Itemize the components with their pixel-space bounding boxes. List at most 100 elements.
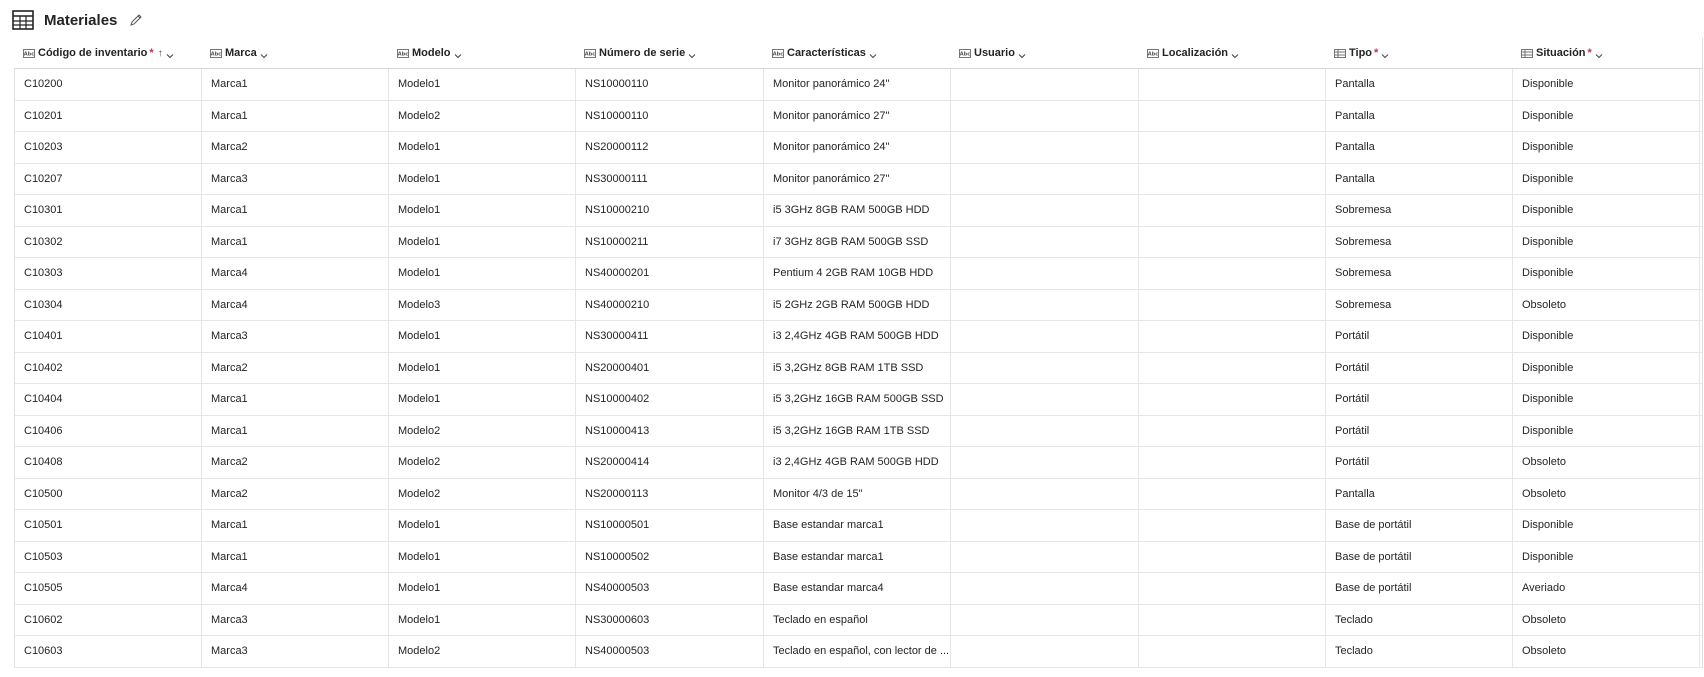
table-cell[interactable]: NS20000113: [576, 478, 764, 509]
table-cell[interactable]: C10301: [15, 195, 202, 226]
table-cell[interactable]: Disponible: [1513, 384, 1700, 415]
table-cell[interactable]: C10404: [15, 384, 202, 415]
table-cell[interactable]: Marca1: [202, 195, 389, 226]
table-cell[interactable]: Pantalla: [1326, 132, 1513, 163]
table-cell[interactable]: [1139, 573, 1326, 604]
table-row[interactable]: C10207 Marca3 Modelo1 NS30000111 Monitor pan…: [15, 163, 1702, 195]
table-cell[interactable]: [1139, 100, 1326, 131]
table-cell[interactable]: Teclado: [1326, 604, 1513, 635]
chevron-down-icon[interactable]: [260, 50, 268, 59]
table-cell[interactable]: NS20000112: [576, 132, 764, 163]
table-cell[interactable]: C10302: [15, 226, 202, 257]
pencil-icon[interactable]: [129, 13, 143, 27]
table-row[interactable]: C10406 Marca1 Modelo2 NS10000413 i5 3,2GHz 1…: [15, 415, 1702, 447]
table-row[interactable]: C10203 Marca2 Modelo1 NS20000112 Monitor pan…: [15, 132, 1702, 164]
table-cell[interactable]: Modelo2: [389, 478, 576, 509]
table-cell[interactable]: Marca3: [202, 636, 389, 667]
table-cell[interactable]: C10501: [15, 510, 202, 541]
table-cell[interactable]: C10200: [15, 69, 202, 100]
table-row[interactable]: C10503 Marca1 Modelo1 NS10000502 Base estand…: [15, 541, 1702, 573]
table-cell[interactable]: Sobremesa: [1326, 289, 1513, 320]
table-cell[interactable]: Marca4: [202, 573, 389, 604]
table-cell[interactable]: C10401: [15, 321, 202, 352]
table-row[interactable]: C10501 Marca1 Modelo1 NS10000501 Base estand…: [15, 510, 1702, 542]
table-cell[interactable]: C10505: [15, 573, 202, 604]
table-cell[interactable]: Teclado: [1326, 636, 1513, 667]
table-cell[interactable]: Disponible: [1513, 100, 1700, 131]
table-cell[interactable]: [951, 636, 1139, 667]
table-cell[interactable]: [951, 321, 1139, 352]
table-cell[interactable]: [951, 352, 1139, 383]
table-cell[interactable]: Disponible: [1513, 195, 1700, 226]
table-row[interactable]: C10500 Marca2 Modelo2 NS20000113 Monitor 4/3…: [15, 478, 1702, 510]
table-cell[interactable]: Marca4: [202, 258, 389, 289]
table-row[interactable]: C10603 Marca3 Modelo2 NS40000503 Teclado en …: [15, 636, 1702, 668]
table-cell[interactable]: Marca2: [202, 447, 389, 478]
table-cell[interactable]: C10402: [15, 352, 202, 383]
table-cell[interactable]: Averiado: [1513, 573, 1700, 604]
chevron-down-icon[interactable]: [166, 50, 174, 59]
table-cell[interactable]: [951, 384, 1139, 415]
table-cell[interactable]: Portátil: [1326, 384, 1513, 415]
table-cell[interactable]: Modelo1: [389, 541, 576, 572]
table-cell[interactable]: Monitor panorámico 27": [764, 100, 951, 131]
table-row[interactable]: C10602 Marca3 Modelo1 NS30000603 Teclado en …: [15, 604, 1702, 636]
table-cell[interactable]: Disponible: [1513, 510, 1700, 541]
table-cell[interactable]: Base estandar marca1: [764, 541, 951, 572]
table-cell[interactable]: C10201: [15, 100, 202, 131]
column-header-6[interactable]: Abc Localización: [1138, 47, 1325, 59]
table-cell[interactable]: NS30000111: [576, 163, 764, 194]
table-cell[interactable]: Modelo2: [389, 447, 576, 478]
table-cell[interactable]: Teclado en español: [764, 604, 951, 635]
table-cell[interactable]: Obsoleto: [1513, 604, 1700, 635]
table-cell[interactable]: [1139, 510, 1326, 541]
table-cell[interactable]: Modelo2: [389, 100, 576, 131]
table-cell[interactable]: i3 2,4GHz 4GB RAM 500GB HDD: [764, 447, 951, 478]
table-cell[interactable]: Sobremesa: [1326, 258, 1513, 289]
column-header-1[interactable]: Abc Marca: [201, 47, 388, 59]
table-row[interactable]: C10302 Marca1 Modelo1 NS10000211 i7 3GHz 8GB…: [15, 226, 1702, 258]
column-header-4[interactable]: Abc Características: [763, 47, 950, 59]
table-cell[interactable]: Base de portátil: [1326, 573, 1513, 604]
table-cell[interactable]: Modelo1: [389, 384, 576, 415]
table-cell[interactable]: [951, 541, 1139, 572]
table-row[interactable]: C10304 Marca4 Modelo3 NS40000210 i5 2GHz 2GB…: [15, 289, 1702, 321]
table-cell[interactable]: i3 2,4GHz 4GB RAM 500GB HDD: [764, 321, 951, 352]
table-cell[interactable]: C10203: [15, 132, 202, 163]
table-cell[interactable]: [951, 510, 1139, 541]
table-cell[interactable]: [1139, 258, 1326, 289]
chevron-down-icon[interactable]: [869, 50, 877, 59]
table-cell[interactable]: Base estandar marca4: [764, 573, 951, 604]
column-header-0[interactable]: Abc Código de inventario * ↑: [14, 47, 201, 59]
table-cell[interactable]: Portátil: [1326, 415, 1513, 446]
column-header-2[interactable]: Abc Modelo: [388, 47, 575, 59]
table-cell[interactable]: Disponible: [1513, 258, 1700, 289]
table-row[interactable]: C10408 Marca2 Modelo2 NS20000414 i3 2,4GHz 4…: [15, 447, 1702, 479]
table-cell[interactable]: Disponible: [1513, 541, 1700, 572]
table-cell[interactable]: Marca1: [202, 541, 389, 572]
table-cell[interactable]: Modelo2: [389, 636, 576, 667]
table-cell[interactable]: Monitor panorámico 24": [764, 69, 951, 100]
table-cell[interactable]: NS30000411: [576, 321, 764, 352]
table-cell[interactable]: Marca1: [202, 510, 389, 541]
table-cell[interactable]: Pentium 4 2GB RAM 10GB HDD: [764, 258, 951, 289]
table-cell[interactable]: Modelo2: [389, 415, 576, 446]
table-cell[interactable]: Base de portátil: [1326, 541, 1513, 572]
table-cell[interactable]: NS10000110: [576, 100, 764, 131]
table-cell[interactable]: [951, 195, 1139, 226]
table-cell[interactable]: [1139, 384, 1326, 415]
table-cell[interactable]: Portátil: [1326, 321, 1513, 352]
table-cell[interactable]: C10406: [15, 415, 202, 446]
table-cell[interactable]: NS10000501: [576, 510, 764, 541]
table-cell[interactable]: [1139, 447, 1326, 478]
chevron-down-icon[interactable]: [1595, 50, 1603, 59]
table-cell[interactable]: Disponible: [1513, 163, 1700, 194]
column-header-5[interactable]: Abc Usuario: [950, 47, 1138, 59]
table-cell[interactable]: i5 3,2GHz 16GB RAM 500GB SSD: [764, 384, 951, 415]
table-cell[interactable]: Obsoleto: [1513, 478, 1700, 509]
table-cell[interactable]: NS20000401: [576, 352, 764, 383]
table-cell[interactable]: Marca1: [202, 100, 389, 131]
table-cell[interactable]: Base estandar marca1: [764, 510, 951, 541]
table-cell[interactable]: Pantalla: [1326, 69, 1513, 100]
table-cell[interactable]: Portátil: [1326, 447, 1513, 478]
